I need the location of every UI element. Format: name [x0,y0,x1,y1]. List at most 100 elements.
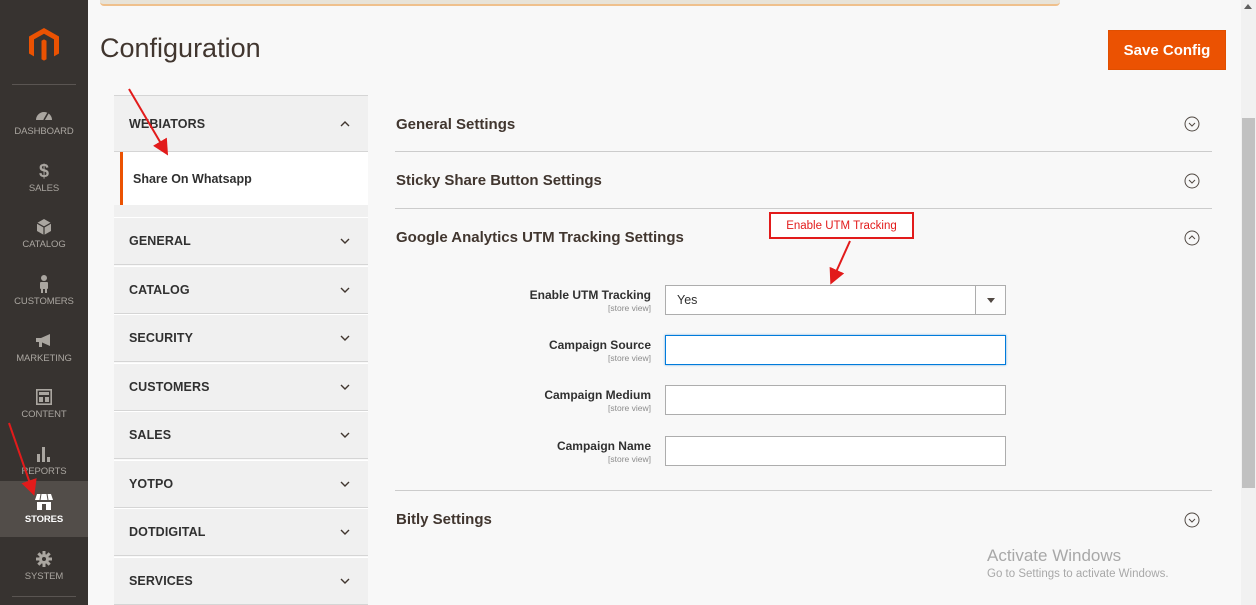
nav-item-catalog[interactable]: CATALOG [0,206,88,262]
field-label-text: Campaign Source [548,338,651,352]
nav-label: STORES [24,514,64,525]
nav-item-content[interactable]: CONTENT [0,376,88,432]
tab-group-title: CUSTOMERS [129,380,210,394]
nav-label: CUSTOMERS [14,296,74,307]
scope-label: [store view] [608,403,651,413]
campaign-name-label: Campaign Name [store view] [557,439,651,464]
chevron-up-icon [340,120,350,126]
tab-group-catalog[interactable]: CATALOG [114,266,368,314]
tab-group-title: SALES [129,428,172,442]
nav-label: DASHBOARD [14,126,74,137]
page-title: Configuration [100,33,261,63]
tab-group-title: WEBIATORS [129,116,206,131]
gear-icon [34,550,54,568]
section-title[interactable]: Google Analytics UTM Tracking Settings [396,229,684,246]
watermark-line1: Activate Windows [987,546,1122,565]
campaign-medium-label: Campaign Medium [store view] [544,388,651,413]
tab-group-webiators[interactable]: WEBIATORS [114,95,368,152]
layout-icon [34,388,54,406]
chevron-down-icon [340,529,350,535]
expand-circle-icon [1184,173,1200,189]
field-label-text: Campaign Medium [544,388,651,402]
tab-group-title: SERVICES [129,574,193,588]
nav-divider [12,596,76,597]
chevron-down-icon [340,238,350,244]
watermark-line2: Go to Settings to activate Windows. [987,568,1169,580]
scrollbar-thumb[interactable] [1242,118,1255,488]
tab-separator [114,205,368,217]
dropdown-button[interactable] [975,286,1005,314]
section-title: General Settings [396,116,516,133]
chevron-down-icon [340,578,350,584]
tab-group-security[interactable]: SECURITY [114,314,368,362]
tab-group-title: CATALOG [129,283,190,297]
enable-utm-select[interactable]: Yes [665,285,1006,315]
activate-windows-watermark: Activate Windows Go to Settings to activ… [987,546,1169,580]
tab-group-customers[interactable]: CUSTOMERS [114,363,368,411]
save-config-button[interactable]: Save Config [1108,30,1226,70]
chevron-down-icon [340,481,350,487]
nav-item-customers[interactable]: CUSTOMERS [0,263,88,319]
nav-label: CATALOG [22,239,66,250]
magento-logo-icon[interactable] [29,28,59,62]
nav-label: REPORTS [21,466,67,477]
nav-divider [12,84,76,85]
dashboard-icon [34,105,54,123]
nav-item-sales[interactable]: $ SALES [0,150,88,206]
admin-menu: DASHBOARD $ SALES CATALOG CUSTOMERS MARK… [0,0,88,605]
chevron-down-icon [340,432,350,438]
tab-item-label: Share On Whatsapp [133,171,252,186]
tab-group-title: GENERAL [129,234,191,248]
section-title: Bitly Settings [396,511,492,528]
nav-label: SYSTEM [24,571,64,582]
cube-icon [34,218,54,236]
field-label-text: Campaign Name [556,439,651,453]
collapse-circle-icon[interactable] [1184,230,1200,246]
megaphone-icon [34,332,54,350]
section-bitly-settings[interactable]: Bitly Settings [395,491,1212,551]
annotation-callout: Enable UTM Tracking [769,212,914,239]
campaign-medium-input[interactable] [665,385,1006,415]
top-notice-bar [100,0,1060,6]
chevron-down-icon [340,287,350,293]
caret-down-icon [986,297,995,303]
nav-item-system[interactable]: SYSTEM [0,538,88,594]
config-tabs: WEBIATORS Share On Whatsapp GENERAL CATA… [114,95,368,605]
tab-group-title: YOTPO [129,477,174,491]
tab-group-services[interactable]: SERVICES [114,557,368,605]
enable-utm-label: Enable UTM Tracking [store view] [530,288,651,313]
tab-group-general[interactable]: GENERAL [114,217,368,265]
tab-share-on-whatsapp[interactable]: Share On Whatsapp [120,152,368,205]
select-value: Yes [677,293,698,307]
field-label-text: Enable UTM Tracking [529,288,651,302]
scope-label: [store view] [608,303,651,313]
campaign-source-label: Campaign Source [store view] [549,338,651,363]
tab-group-title: DOTDIGITAL [129,525,206,539]
campaign-name-input[interactable] [665,436,1006,466]
section-general-settings[interactable]: General Settings [395,96,1212,152]
tab-group-title: SECURITY [129,331,194,345]
campaign-source-input[interactable] [665,335,1006,365]
tab-group-yotpo[interactable]: YOTPO [114,460,368,508]
expand-circle-icon [1184,512,1200,528]
tab-group-sales[interactable]: SALES [114,411,368,459]
scroll-up-arrow-icon[interactable] [1244,4,1252,9]
tab-group-dotdigital[interactable]: DOTDIGITAL [114,508,368,556]
nav-item-dashboard[interactable]: DASHBOARD [0,93,88,149]
scope-label: [store view] [608,454,651,464]
scope-label: [store view] [608,353,651,363]
nav-label: MARKETING [16,353,72,364]
section-sticky-share-settings[interactable]: Sticky Share Button Settings [395,152,1212,209]
person-icon [34,275,54,293]
nav-item-stores[interactable]: STORES [0,481,88,537]
section-title: Sticky Share Button Settings [396,172,602,189]
bar-chart-icon [34,445,54,463]
nav-item-marketing[interactable]: MARKETING [0,320,88,376]
chevron-down-icon [340,384,350,390]
chevron-down-icon [340,335,350,341]
store-icon [34,493,54,511]
dollar-icon: $ [38,161,49,181]
nav-label: SALES [28,183,60,194]
expand-circle-icon [1184,116,1200,132]
nav-label: CONTENT [21,409,67,420]
